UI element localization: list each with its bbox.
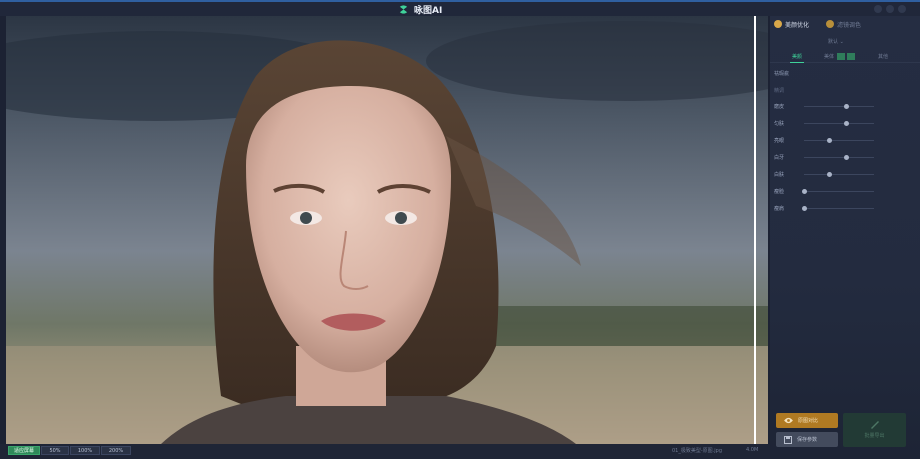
slider-label: 白牙 <box>774 155 785 161</box>
slider-label: 白肤 <box>774 172 785 178</box>
tab-filter[interactable]: 滤镜调色 <box>826 19 861 29</box>
subtab-bar: 美颜 美体 其他 <box>770 52 920 63</box>
title-bar: 咏图AI <box>0 0 920 16</box>
face-icon <box>774 20 782 28</box>
slider-knob[interactable] <box>802 206 807 211</box>
zoom-100-button[interactable]: 100% <box>70 446 100 455</box>
export-button[interactable]: 批量导出 <box>843 413 906 447</box>
subtab-body[interactable]: 美体 <box>824 53 834 60</box>
file-size: 4.0M <box>746 447 759 453</box>
save-button[interactable]: 保存参数 <box>776 432 838 447</box>
slider-label: 磨皮 <box>774 104 785 110</box>
file-name: 01_极致美型-原图.jpg <box>672 448 722 454</box>
slider-row: 白牙 <box>774 153 916 163</box>
slider-row: 瘦脸 <box>774 187 916 197</box>
title-wrap: 咏图AI <box>398 3 443 16</box>
tab-beauty[interactable]: 美颜优化 <box>774 19 809 29</box>
app-title: 咏图AI <box>414 5 443 16</box>
slider-knob[interactable] <box>844 155 849 160</box>
pen-icon <box>870 421 879 429</box>
eye-icon <box>784 417 793 424</box>
brush-icon <box>826 20 834 28</box>
slider-row: 瘦肩 <box>774 204 916 214</box>
slider-row: 亮眼 <box>774 136 916 146</box>
section-refine: 精调 <box>774 88 785 94</box>
slider-knob[interactable] <box>802 189 807 194</box>
slider-track[interactable] <box>804 157 874 158</box>
photo-canvas[interactable] <box>6 16 768 444</box>
tab-filter-label: 滤镜调色 <box>837 21 862 29</box>
toggle-chip[interactable] <box>837 53 845 60</box>
zoom-200-button[interactable]: 200% <box>101 446 131 455</box>
slider-knob[interactable] <box>844 104 849 109</box>
slider-knob[interactable] <box>844 121 849 126</box>
slider-label: 亮眼 <box>774 138 785 144</box>
slider-knob[interactable] <box>826 172 832 177</box>
slider-track[interactable] <box>804 123 874 124</box>
subtab-other[interactable]: 其他 <box>878 53 888 60</box>
close-button[interactable] <box>898 5 906 13</box>
portrait-photo <box>6 16 768 444</box>
compare-button[interactable]: 原图对比 <box>776 413 838 428</box>
save-label: 保存参数 <box>797 437 818 443</box>
tab-beauty-label: 美颜优化 <box>785 21 810 29</box>
slider-label: 瘦肩 <box>774 206 785 212</box>
slider-knob[interactable] <box>826 138 832 143</box>
zoom-50-button[interactable]: 50% <box>41 446 69 455</box>
adjustment-panel: 美颜优化 滤镜调色 默认 ⌄ 美颜 美体 其他 祛瑕疵 精调 磨皮 匀肤 亮眼 … <box>770 16 920 459</box>
save-icon <box>784 435 792 444</box>
maximize-button[interactable] <box>886 5 894 13</box>
slider-track[interactable] <box>804 174 874 175</box>
compare-split-line[interactable] <box>754 16 756 444</box>
subtab-beauty[interactable]: 美颜 <box>792 53 802 60</box>
slider-track[interactable] <box>804 140 874 141</box>
slider-track[interactable] <box>804 106 874 107</box>
subtab-indicator <box>790 62 804 63</box>
slider-row: 匀肤 <box>774 119 916 129</box>
slider-label: 瘦脸 <box>774 189 785 195</box>
app-logo-icon <box>399 4 408 14</box>
slider-row: 磨皮 <box>774 102 916 112</box>
zoom-fit-button[interactable]: 适应屏幕 <box>8 446 40 455</box>
minimize-button[interactable] <box>874 5 882 13</box>
preset-dropdown[interactable]: 默认 ⌄ <box>828 38 844 45</box>
export-label: 批量导出 <box>864 433 885 439</box>
slider-label: 匀肤 <box>774 121 785 127</box>
slider-track[interactable] <box>804 208 874 209</box>
slider-row: 白肤 <box>774 170 916 180</box>
slider-track[interactable] <box>804 191 874 192</box>
compare-label: 原图对比 <box>798 418 819 424</box>
section-blemish: 祛瑕疵 <box>774 71 790 77</box>
toggle-chip[interactable] <box>847 53 855 60</box>
status-bar: 适应屏幕 50% 100% 200% 01_极致美型-原图.jpg 4.0M <box>0 444 770 459</box>
